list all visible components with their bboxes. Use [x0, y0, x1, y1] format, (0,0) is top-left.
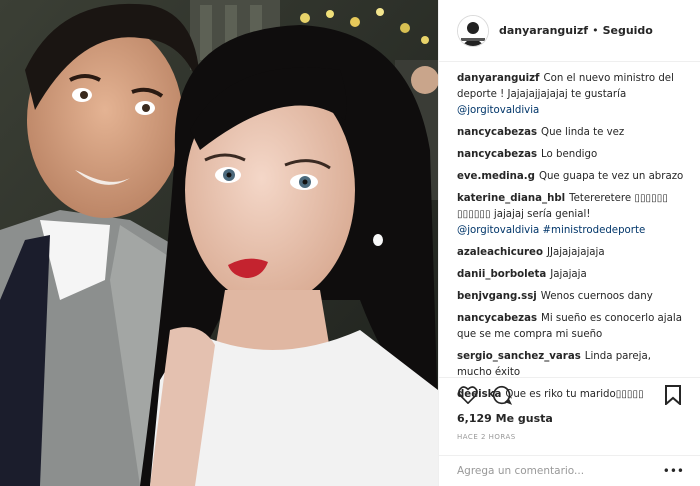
comment-item: nancycabezas Que linda te vez — [457, 125, 684, 141]
header-username[interactable]: danyaranguizf — [499, 24, 588, 37]
comment-text: Jajajaja — [550, 269, 587, 280]
follow-status-button[interactable]: Seguido — [603, 24, 653, 37]
heart-icon[interactable] — [457, 384, 479, 406]
bookmark-icon[interactable] — [662, 384, 684, 406]
comment-item: eve.medina.g Que guapa te vez un abrazo — [457, 169, 684, 185]
comment-text: JJajajajajaja — [546, 247, 605, 258]
comment-bubble-icon[interactable] — [491, 384, 513, 406]
more-options-icon[interactable]: ••• — [663, 464, 684, 478]
comment-mention[interactable]: @jorgitovaldivia — [457, 105, 539, 116]
comment-username[interactable]: danyaranguizf — [457, 73, 540, 84]
comment-username[interactable]: nancycabezas — [457, 313, 537, 324]
post-photo[interactable] — [0, 0, 438, 486]
avatar[interactable] — [457, 14, 489, 47]
add-comment-input[interactable] — [457, 465, 657, 477]
post-timestamp: HACE 2 HORAS — [457, 433, 516, 441]
comment-text: Que linda te vez — [541, 127, 625, 138]
comment-item: danii_borboleta Jajajaja — [457, 267, 684, 283]
likes-count[interactable]: 6,129 Me gusta — [457, 412, 553, 425]
comment-item: danyaranguizf Con el nuevo ministro del d… — [457, 71, 684, 119]
comment-username[interactable]: benjvgang.ssj — [457, 291, 537, 302]
header-separator: • — [592, 24, 599, 37]
selfie-image — [0, 0, 438, 486]
comment-item: nancycabezas Lo bendigo — [457, 147, 684, 163]
post-header: danyaranguizf • Seguido — [439, 0, 700, 62]
comment-item: nancycabezas Mi sueño es conocerlo ajala … — [457, 311, 684, 343]
avatar-image — [458, 15, 488, 46]
comment-item: benjvgang.ssj Wenos cuernoos dany — [457, 289, 684, 305]
add-comment-bar: ••• — [439, 455, 700, 486]
post-sidebar: danyaranguizf • Seguido danyaranguizf Con… — [438, 0, 700, 486]
comment-item: azaleachicureo JJajajajajaja — [457, 245, 684, 261]
comment-username[interactable]: azaleachicureo — [457, 247, 543, 258]
comment-text: Lo bendigo — [541, 149, 598, 160]
comment-username[interactable]: eve.medina.g — [457, 171, 535, 182]
instagram-post: danyaranguizf • Seguido danyaranguizf Con… — [0, 0, 700, 486]
comment-mention[interactable]: @jorgitovaldivia #ministrodedeporte — [457, 225, 645, 236]
comment-username[interactable]: katerine_diana_hbl — [457, 193, 565, 204]
comment-item: katerine_diana_hbl Tetereretere ▯▯▯▯▯▯ ▯▯… — [457, 191, 684, 239]
comment-username[interactable]: danii_borboleta — [457, 269, 546, 280]
comment-username[interactable]: sergio_sanchez_varas — [457, 351, 581, 362]
action-bar — [439, 377, 700, 412]
comment-username[interactable]: nancycabezas — [457, 127, 537, 138]
comment-username[interactable]: nancycabezas — [457, 149, 537, 160]
comment-text: Wenos cuernoos dany — [540, 291, 653, 302]
comment-text: Que guapa te vez un abrazo — [538, 171, 684, 182]
